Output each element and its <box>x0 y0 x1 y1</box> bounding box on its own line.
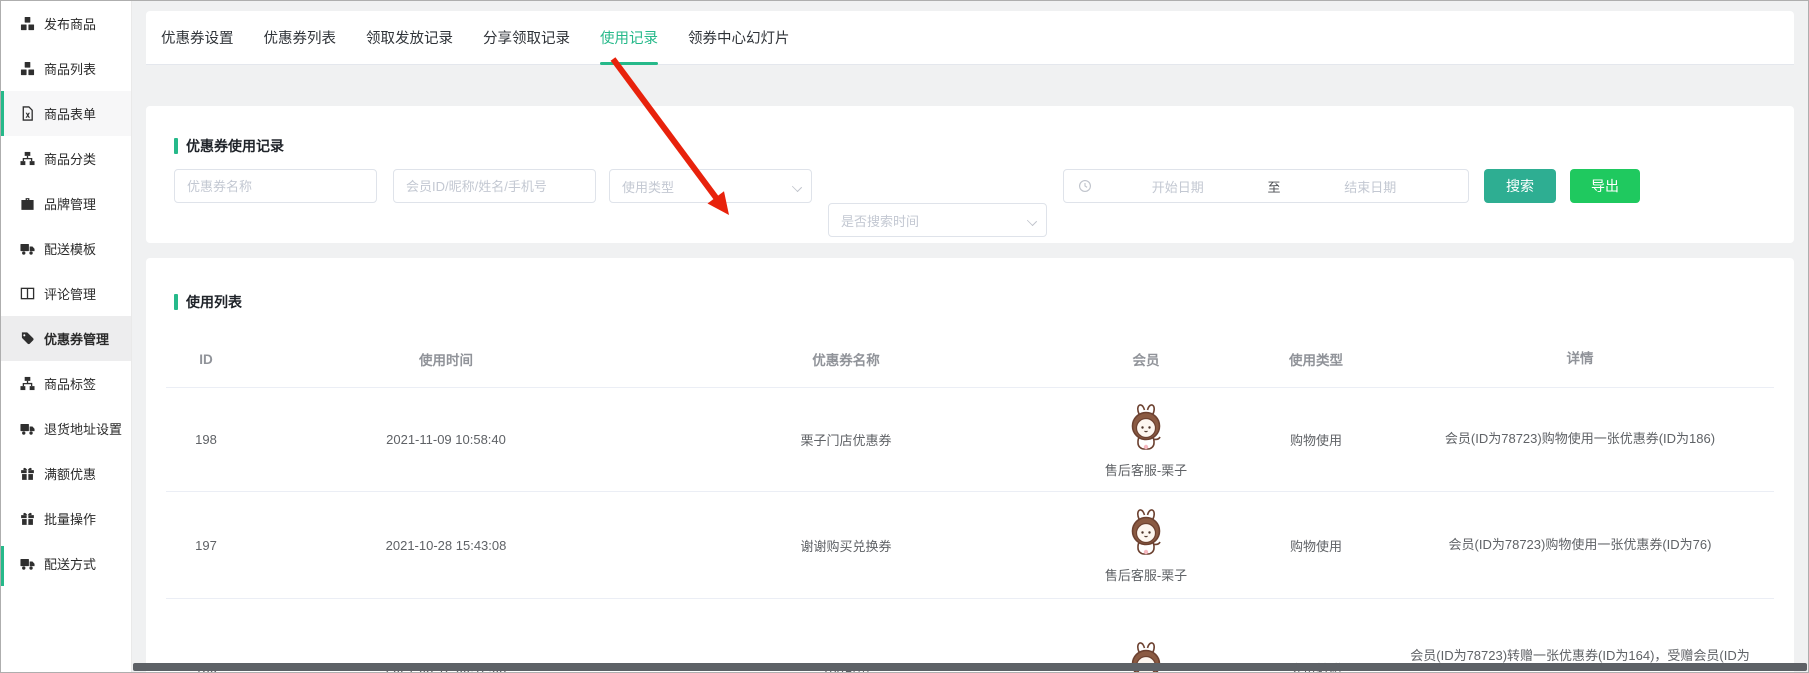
table-header-row: ID 使用时间 优惠券名称 会员 使用类型 详情 <box>166 331 1774 387</box>
cell-coupon-name: 栗子门店优惠券 <box>646 430 1046 449</box>
sidebar-item-label: 配送方式 <box>44 554 96 573</box>
sidebar-item-label: 优惠券管理 <box>44 329 109 348</box>
member-cell: 售后客服-栗子 <box>1046 506 1246 584</box>
chevron-down-icon <box>793 183 801 191</box>
export-button[interactable]: 导出 <box>1570 169 1640 203</box>
tab-coupon-center-slides[interactable]: 领券中心幻灯片 <box>688 11 790 64</box>
cell-detail: 会员(ID为78723)购物使用一张优惠券(ID为76) <box>1386 533 1774 558</box>
tab-claim-issue-records[interactable]: 领取发放记录 <box>366 11 453 64</box>
sidebar-item-product-form[interactable]: 商品表单 <box>1 91 131 136</box>
sidebar-active-strip <box>1 546 4 586</box>
tab-usage-records[interactable]: 使用记录 <box>600 11 658 64</box>
sidebar-item-label: 退货地址设置 <box>44 419 122 438</box>
sidebar-item-publish-product[interactable]: 发布商品 <box>1 1 131 46</box>
col-header-id: ID <box>166 352 246 367</box>
cell-coupon-name: 谢谢购买兑换券 <box>646 536 1046 555</box>
sidebar: 发布商品 商品列表 商品表单 商品分类 品牌管理 配送模板 评论管理 优惠券管 <box>1 1 132 672</box>
truck-icon <box>20 556 35 571</box>
date-range-picker[interactable]: 开始日期 至 结束日期 <box>1063 169 1469 203</box>
sidebar-item-batch-operations[interactable]: 批量操作 <box>1 496 131 541</box>
col-header-use-type: 使用类型 <box>1246 349 1386 369</box>
start-date-placeholder[interactable]: 开始日期 <box>1094 177 1262 196</box>
section-title-bar <box>174 294 178 310</box>
cell-use-type: 购物使用 <box>1246 430 1386 449</box>
clock-icon <box>1078 179 1092 193</box>
table-row: 197 2021-10-28 15:43:08 谢谢购买兑换券 售后客服-栗子 … <box>166 491 1774 598</box>
sidebar-item-brand-management[interactable]: 品牌管理 <box>1 181 131 226</box>
tag-icon <box>20 331 35 346</box>
member-cell: 售后客服-栗子 <box>1046 401 1246 479</box>
cell-use-type: 购物使用 <box>1246 536 1386 555</box>
sidebar-item-delivery-method[interactable]: 配送方式 <box>1 541 131 586</box>
search-time-select[interactable]: 是否搜索时间 <box>828 203 1047 237</box>
sidebar-item-product-tags[interactable]: 商品标签 <box>1 361 131 406</box>
columns-icon <box>20 286 35 301</box>
sidebar-item-delivery-template[interactable]: 配送模板 <box>1 226 131 271</box>
cell-detail: 会员(ID为78723)购物使用一张优惠券(ID为186) <box>1386 427 1774 452</box>
sidebar-item-coupon-management[interactable]: 优惠券管理 <box>1 316 131 361</box>
usage-list-card: 使用列表 ID 使用时间 优惠券名称 会员 使用类型 详情 198 2021-1… <box>146 258 1794 673</box>
chevron-down-icon <box>1028 217 1036 225</box>
tab-coupon-settings[interactable]: 优惠券设置 <box>161 11 234 64</box>
app-window: 发布商品 商品列表 商品表单 商品分类 品牌管理 配送模板 评论管理 优惠券管 <box>0 0 1809 673</box>
col-header-detail: 详情 <box>1386 346 1774 372</box>
date-range-separator: 至 <box>1262 177 1287 196</box>
use-type-select[interactable]: 使用类型 <box>609 169 812 203</box>
col-header-coupon-name: 优惠券名称 <box>646 349 1046 369</box>
member-search-input[interactable] <box>393 169 596 203</box>
tab-share-claim-records[interactable]: 分享领取记录 <box>483 11 570 64</box>
table-row: 198 2021-11-09 10:58:40 栗子门店优惠券 售后客服-栗子 … <box>166 387 1774 491</box>
sidebar-item-product-category[interactable]: 商品分类 <box>1 136 131 181</box>
sidebar-item-return-address-settings[interactable]: 退货地址设置 <box>1 406 131 451</box>
col-header-use-time: 使用时间 <box>246 349 646 369</box>
cell-use-time: 2021-11-09 10:58:40 <box>246 432 646 447</box>
tab-bar: 优惠券设置 优惠券列表 领取发放记录 分享领取记录 使用记录 领券中心幻灯片 <box>146 11 1794 65</box>
sidebar-item-label: 品牌管理 <box>44 194 96 213</box>
briefcase-icon <box>20 196 35 211</box>
sidebar-item-full-discount[interactable]: 满额优惠 <box>1 451 131 496</box>
truck-icon <box>20 241 35 256</box>
member-avatar <box>1119 506 1173 560</box>
sidebar-item-label: 批量操作 <box>44 509 96 528</box>
sidebar-item-label: 发布商品 <box>44 14 96 33</box>
cell-id: 198 <box>166 432 246 447</box>
gift-icon <box>20 511 35 526</box>
cell-use-time: 2021-10-28 15:43:08 <box>246 538 646 553</box>
sidebar-item-product-list[interactable]: 商品列表 <box>1 46 131 91</box>
sidebar-item-label: 商品分类 <box>44 149 96 168</box>
cubes-icon <box>20 16 35 31</box>
end-date-placeholder[interactable]: 结束日期 <box>1287 177 1455 196</box>
file-icon <box>20 106 35 121</box>
sidebar-item-label: 商品表单 <box>44 104 96 123</box>
main-content: 优惠券设置 优惠券列表 领取发放记录 分享领取记录 使用记录 领券中心幻灯片 优… <box>133 1 1808 672</box>
sidebar-item-label: 配送模板 <box>44 239 96 258</box>
filter-card: 优惠券使用记录 使用类型 是否搜索时间 开始日期 <box>146 106 1794 243</box>
sidebar-item-comment-management[interactable]: 评论管理 <box>1 271 131 316</box>
sidebar-item-label: 商品标签 <box>44 374 96 393</box>
sidebar-item-label: 商品列表 <box>44 59 96 78</box>
table-row: 186 2021-08-12 09:12:08 100可用 会员转赠 会员(ID… <box>166 598 1774 673</box>
sidebar-item-label: 满额优惠 <box>44 464 96 483</box>
sitemap-icon <box>20 151 35 166</box>
section-title-bar <box>174 138 178 154</box>
cell-id: 197 <box>166 538 246 553</box>
coupon-name-input[interactable] <box>174 169 377 203</box>
usage-table: ID 使用时间 优惠券名称 会员 使用类型 详情 198 2021-11-09 … <box>146 331 1794 673</box>
cubes-icon <box>20 61 35 76</box>
search-button[interactable]: 搜索 <box>1484 169 1556 203</box>
member-avatar <box>1119 401 1173 455</box>
sitemap-icon <box>20 376 35 391</box>
tab-coupon-list[interactable]: 优惠券列表 <box>264 11 337 64</box>
filter-section-title: 优惠券使用记录 <box>174 136 284 156</box>
list-section-title: 使用列表 <box>174 292 1794 312</box>
sidebar-item-label: 评论管理 <box>44 284 96 303</box>
member-name: 售后客服-栗子 <box>1105 565 1187 584</box>
gift-icon <box>20 466 35 481</box>
member-name: 售后客服-栗子 <box>1105 460 1187 479</box>
horizontal-scrollbar[interactable] <box>133 663 1807 671</box>
col-header-member: 会员 <box>1046 349 1246 369</box>
truck-icon <box>20 421 35 436</box>
